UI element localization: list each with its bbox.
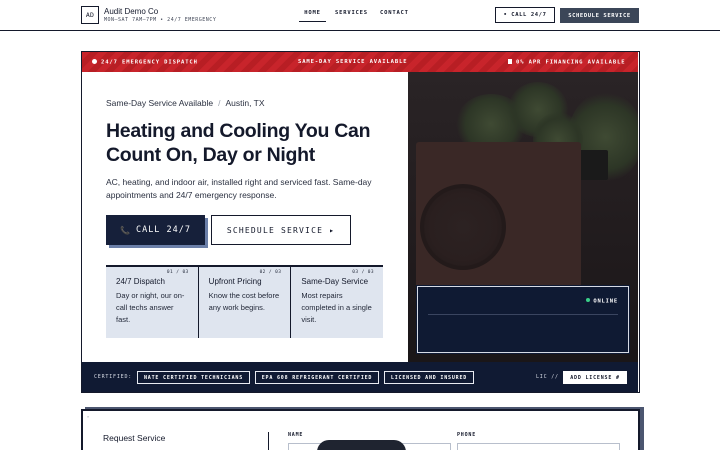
location-text: Austin, TX	[225, 98, 265, 108]
availability-text: Same-Day Service Available	[106, 98, 214, 108]
brand-logo[interactable]: AD	[81, 6, 99, 24]
feature-number: 02 / 03	[259, 270, 282, 275]
schedule-service-button[interactable]: SCHEDULE SERVICE ▸	[211, 215, 351, 245]
hero-content: Same-Day Service Available / Austin, TX He…	[82, 72, 408, 362]
dot-icon	[92, 59, 97, 64]
feature-number: 03 / 03	[352, 270, 375, 275]
ac-fan-image	[420, 184, 506, 270]
feature-same-day: 03 / 03 Same-Day Service Most repairs co…	[291, 267, 384, 338]
phone-label: PHONE	[457, 432, 477, 438]
request-service-form: » Request Service NAME PHONE	[81, 409, 640, 450]
feature-dispatch: 01 / 03 24/7 Dispatch Day or night, our …	[106, 267, 199, 338]
status-panel: ONLINE	[417, 286, 629, 353]
brand-name[interactable]: Audit Demo Co	[104, 7, 158, 16]
nav-contact[interactable]: CONTACT	[380, 10, 409, 16]
business-hours: MON–SAT 7AM–7PM • 24/7 EMERGENCY	[104, 17, 217, 23]
hero-subtext: AC, heating, and indoor air, installed r…	[106, 177, 372, 200]
form-title: Request Service	[103, 433, 166, 443]
cert-badge-licensed: LICENSED AND INSURED	[384, 371, 474, 384]
alert-center: SAME-DAY SERVICE AVAILABLE	[298, 59, 408, 65]
cert-badge-epa: EPA 608 REFRIGERANT CERTIFIED	[255, 371, 379, 384]
page-title: Heating and Cooling You Can Count On, Da…	[106, 120, 371, 166]
certification-bar: CERTIFIED: NATE CERTIFIED TECHNICIANS EP…	[82, 362, 638, 392]
corner-mark: »	[87, 414, 90, 419]
feature-title: 24/7 Dispatch	[116, 277, 165, 286]
status-divider	[428, 314, 618, 315]
card-icon	[508, 59, 512, 64]
phone-icon: 📞	[119, 225, 131, 235]
form-divider	[268, 432, 269, 450]
license-label: LIC //	[536, 374, 559, 380]
header-schedule-button[interactable]: SCHEDULE SERVICE	[560, 8, 639, 23]
add-license-button[interactable]: ADD LICENSE #	[563, 371, 627, 384]
feature-title: Same-Day Service	[301, 277, 369, 286]
feature-title: Upfront Pricing	[208, 277, 262, 286]
feature-desc: Most repairs completed in a single visit…	[301, 291, 372, 324]
call-button[interactable]: 📞 CALL 24/7	[106, 215, 205, 245]
feature-number: 01 / 03	[166, 270, 189, 275]
cert-label: CERTIFIED:	[94, 374, 133, 380]
header-call-button[interactable]: • CALL 24/7	[495, 7, 555, 23]
alert-bar: 24/7 EMERGENCY DISPATCH SAME-DAY SERVICE…	[82, 52, 638, 72]
status-dot-icon	[586, 298, 591, 302]
site-header: AD Audit Demo Co MON–SAT 7AM–7PM • 24/7 …	[0, 0, 720, 31]
phone-input[interactable]	[457, 443, 620, 450]
alert-right: 0% APR FINANCING AVAILABLE	[508, 59, 626, 66]
call-button-label: CALL 24/7	[135, 225, 192, 235]
nav-home[interactable]: HOME	[299, 10, 326, 22]
separator: /	[218, 98, 221, 108]
nav-services[interactable]: SERVICES	[335, 10, 368, 16]
cert-badge-nate: NATE CERTIFIED TECHNICIANS	[137, 371, 250, 384]
feature-desc: Know the cost before any work begins.	[208, 291, 280, 312]
feature-pricing: 02 / 03 Upfront Pricing Know the cost be…	[198, 267, 292, 338]
alert-left: 24/7 EMERGENCY DISPATCH	[92, 59, 198, 66]
status-badge: ONLINE	[586, 298, 618, 304]
feature-list: 01 / 03 24/7 Dispatch Day or night, our …	[106, 265, 384, 338]
feature-desc: Day or night, our on-call techs answer f…	[116, 291, 185, 324]
hero-section: 24/7 EMERGENCY DISPATCH SAME-DAY SERVICE…	[81, 51, 640, 393]
floating-toolbar[interactable]	[317, 440, 406, 450]
name-label: NAME	[288, 432, 304, 438]
service-availability: Same-Day Service Available / Austin, TX	[106, 98, 265, 108]
